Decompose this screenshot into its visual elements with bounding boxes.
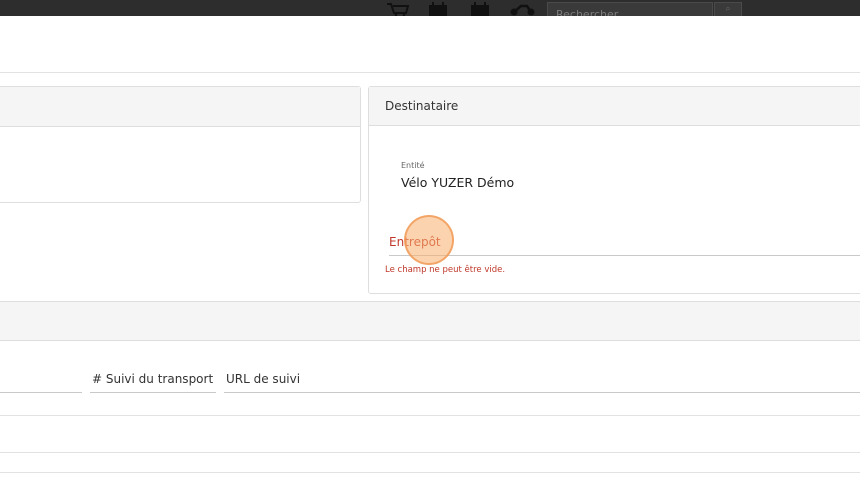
search-icon[interactable]: ⌕: [714, 2, 742, 16]
panel-title: Destinataire: [369, 87, 860, 126]
tracking-url-label: URL de suivi: [226, 372, 301, 386]
top-navbar: ⌕: [0, 0, 860, 16]
calendar-icon[interactable]: [428, 2, 448, 16]
entity-value: Vélo YUZER Démo: [401, 175, 515, 190]
left-panel-header: [0, 87, 360, 127]
warehouse-field[interactable]: Entrepôt: [389, 226, 860, 256]
divider: [0, 72, 860, 73]
entity-label: Entité: [401, 161, 425, 170]
destinataire-panel: Destinataire Entité Vélo YUZER Démo Entr…: [368, 86, 860, 294]
warehouse-label: Entrepôt: [389, 235, 441, 249]
tracking-number-label: # Suivi du transport: [92, 372, 214, 386]
motorbike-icon[interactable]: [509, 2, 537, 16]
tracking-url-field[interactable]: URL de suivi: [224, 368, 860, 393]
section-header: [0, 301, 860, 341]
divider: [0, 415, 860, 416]
tracking-number-field[interactable]: # Suivi du transport: [90, 368, 216, 393]
search-field[interactable]: [547, 2, 713, 16]
divider: [0, 472, 860, 473]
divider: [0, 452, 860, 453]
cart-icon[interactable]: [386, 2, 410, 16]
warehouse-error-message: Le champ ne peut être vide.: [385, 265, 506, 275]
prev-field[interactable]: [0, 368, 82, 393]
calendar-icon[interactable]: [470, 2, 490, 16]
search-input[interactable]: [548, 6, 698, 16]
left-panel: [0, 86, 361, 203]
